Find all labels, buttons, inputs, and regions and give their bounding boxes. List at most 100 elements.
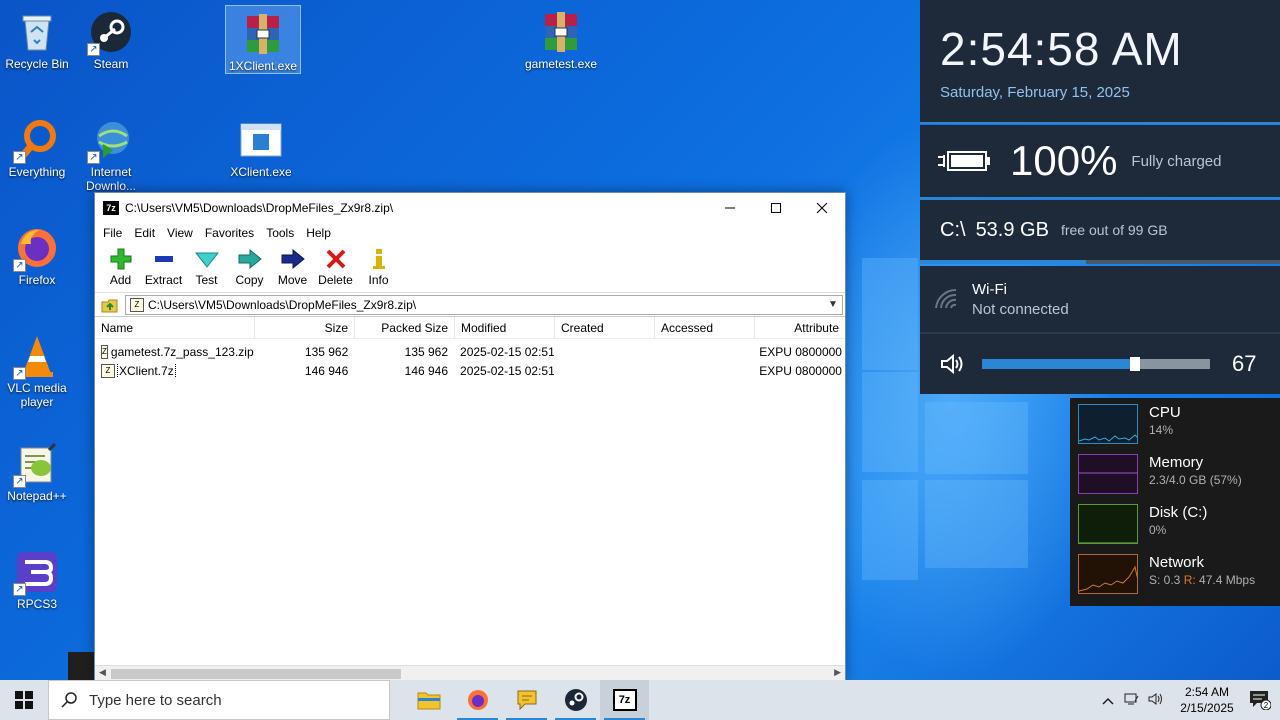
desktop-icon-notepad-plus-plus[interactable]: ↗ Notepad++ bbox=[0, 436, 74, 503]
clock-date: Saturday, February 15, 2025 bbox=[940, 84, 1130, 101]
desktop-icon-vlc[interactable]: ↗ VLC media player bbox=[0, 328, 74, 409]
path-text: C:\Users\VM5\Downloads\DropMeFiles_Zx9r8… bbox=[148, 297, 417, 312]
menu-edit[interactable]: Edit bbox=[128, 226, 161, 240]
network-icon[interactable] bbox=[1120, 692, 1144, 709]
maximize-button[interactable] bbox=[753, 193, 799, 223]
memory-value: 2.3/4.0 GB (57%) bbox=[1149, 473, 1242, 487]
add-button[interactable]: Add bbox=[99, 243, 142, 287]
volume-slider-knob[interactable] bbox=[1129, 357, 1140, 371]
volume-icon[interactable] bbox=[1144, 692, 1168, 709]
taskbar-steam[interactable] bbox=[551, 680, 600, 720]
menu-tools[interactable]: Tools bbox=[260, 226, 300, 240]
network-graph bbox=[1078, 554, 1138, 594]
copy-arrow-icon bbox=[238, 248, 262, 270]
taskbar-file-explorer[interactable] bbox=[404, 680, 453, 720]
taskbar-firefox[interactable] bbox=[453, 680, 502, 720]
notification-icon: 2 bbox=[1250, 691, 1271, 710]
cpu-monitor: CPU 14% bbox=[1078, 404, 1278, 448]
network-receive: 47.4 Mbps bbox=[1199, 573, 1256, 587]
chevron-down-icon[interactable]: ▼ bbox=[824, 299, 842, 310]
extract-button[interactable]: Extract bbox=[142, 243, 185, 287]
chevron-up-icon[interactable] bbox=[1096, 693, 1120, 708]
address-bar: Z C:\Users\VM5\Downloads\DropMeFiles_Zx9… bbox=[95, 293, 845, 317]
memory-graph bbox=[1078, 454, 1138, 494]
file-packed-size: 135 962 bbox=[404, 344, 449, 359]
menu-favorites[interactable]: Favorites bbox=[199, 226, 260, 240]
wallpaper-pane bbox=[862, 258, 918, 370]
file-attributes: EXPU 0800000 bbox=[759, 344, 842, 359]
desktop-icon-xclient[interactable]: XClient.exe bbox=[224, 112, 298, 179]
wifi-icon bbox=[935, 288, 957, 309]
scroll-left-icon[interactable]: ◀ bbox=[99, 667, 106, 678]
column-header-packed-size[interactable]: Packed Size bbox=[355, 317, 455, 338]
volume-gadget: 67 bbox=[920, 334, 1280, 394]
clock-gadget: 2:54:58 AM Saturday, February 15, 2025 bbox=[920, 0, 1280, 122]
action-center-button[interactable]: 2 bbox=[1240, 690, 1280, 710]
column-header-attributes[interactable]: Attribute bbox=[755, 317, 845, 338]
column-header-size[interactable]: Size bbox=[255, 317, 355, 338]
memory-label: Memory bbox=[1149, 454, 1204, 471]
notepad-plus-plus-icon: ↗ bbox=[13, 442, 59, 488]
desktop-icon-everything[interactable]: ↗ Everything bbox=[0, 112, 74, 179]
desktop-icon-recycle-bin[interactable]: Recycle Bin bbox=[0, 4, 74, 71]
delete-label: Delete bbox=[318, 273, 353, 287]
scroll-right-icon[interactable]: ▶ bbox=[834, 667, 841, 678]
windows-logo-icon bbox=[15, 691, 33, 709]
menu-file[interactable]: File bbox=[97, 226, 128, 240]
desktop-icon-label: XClient.exe bbox=[230, 165, 292, 179]
wifi-status: Not connected bbox=[972, 300, 1069, 318]
desktop-icon-firefox[interactable]: ↗ Firefox bbox=[0, 220, 74, 287]
sevenzip-window[interactable]: 7z C:\Users\VM5\Downloads\DropMeFiles_Zx… bbox=[94, 192, 846, 682]
scrollbar-thumb[interactable] bbox=[111, 669, 401, 679]
desktop-icon-steam[interactable]: ↗ Steam bbox=[74, 4, 148, 71]
folder-icon bbox=[417, 692, 440, 710]
drive-total: free out of 99 GB bbox=[1060, 222, 1168, 238]
minimize-icon bbox=[725, 207, 735, 209]
table-row[interactable]: Zgametest.7z_pass_123.zip 135 962 135 96… bbox=[95, 342, 845, 361]
sevenzip-app-icon: 7z bbox=[103, 201, 119, 215]
desktop-icon-label: Everything bbox=[8, 165, 66, 179]
resource-monitor: CPU 14% Memory 2.3/4.0 GB (57%) Disk (C:… bbox=[1070, 398, 1280, 606]
close-button[interactable] bbox=[799, 193, 845, 223]
minimize-button[interactable] bbox=[707, 193, 753, 223]
toolbar: Add Extract Test Copy Move Delete Info bbox=[95, 243, 845, 293]
taskbar-search-box[interactable]: Type here to search bbox=[48, 680, 390, 720]
info-button[interactable]: Info bbox=[357, 243, 400, 287]
title-bar[interactable]: 7z C:\Users\VM5\Downloads\DropMeFiles_Zx… bbox=[95, 193, 845, 223]
add-label: Add bbox=[109, 273, 132, 287]
taskbar-7zip[interactable]: 7z bbox=[600, 680, 649, 720]
table-row[interactable]: Z XClient.7z 146 946 146 946 2025-02-15 0… bbox=[95, 361, 845, 380]
desktop-icon-label: Notepad++ bbox=[7, 489, 67, 503]
menu-view[interactable]: View bbox=[161, 226, 199, 240]
shortcut-arrow-icon: ↗ bbox=[13, 583, 26, 596]
clock-time: 2:54:58 AM bbox=[940, 23, 1183, 75]
desktop-icon-1xclient[interactable]: 1XClient.exe bbox=[225, 5, 301, 74]
desktop-icon-internet-download-manager[interactable]: ↗ Internet Downlo... bbox=[74, 112, 148, 192]
taskbar-date: 2/15/2025 bbox=[1180, 701, 1234, 715]
disk-graph bbox=[1078, 504, 1138, 544]
search-icon bbox=[61, 692, 77, 708]
file-size: 135 962 bbox=[304, 344, 349, 359]
horizontal-scrollbar[interactable]: ◀ ▶ bbox=[95, 665, 845, 681]
wallpaper-pane bbox=[862, 480, 918, 580]
taskbar-notes-app[interactable] bbox=[502, 680, 551, 720]
minus-icon bbox=[154, 256, 173, 262]
delete-button[interactable]: Delete bbox=[314, 243, 357, 287]
taskbar-clock[interactable]: 2:54 AM 2/15/2025 bbox=[1174, 684, 1240, 716]
test-button[interactable]: Test bbox=[185, 243, 228, 287]
folder-up-button[interactable] bbox=[95, 294, 125, 316]
folder-up-icon bbox=[101, 299, 118, 312]
menu-help[interactable]: Help bbox=[300, 226, 337, 240]
desktop-icon-rpcs3[interactable]: ↗ RPCS3 bbox=[0, 544, 74, 611]
column-header-modified[interactable]: Modified bbox=[455, 317, 555, 338]
column-header-created[interactable]: Created bbox=[555, 317, 655, 338]
column-header-accessed[interactable]: Accessed bbox=[655, 317, 755, 338]
start-button[interactable] bbox=[0, 680, 48, 720]
desktop-icon-gametest[interactable]: gametest.exe bbox=[524, 4, 598, 71]
copy-button[interactable]: Copy bbox=[228, 243, 271, 287]
move-button[interactable]: Move bbox=[271, 243, 314, 287]
column-header-name[interactable]: Name bbox=[95, 317, 255, 338]
path-combobox[interactable]: Z C:\Users\VM5\Downloads\DropMeFiles_Zx9… bbox=[125, 294, 843, 315]
volume-slider[interactable] bbox=[982, 357, 1210, 371]
drive-free-space: 53.9 GB bbox=[975, 218, 1049, 241]
